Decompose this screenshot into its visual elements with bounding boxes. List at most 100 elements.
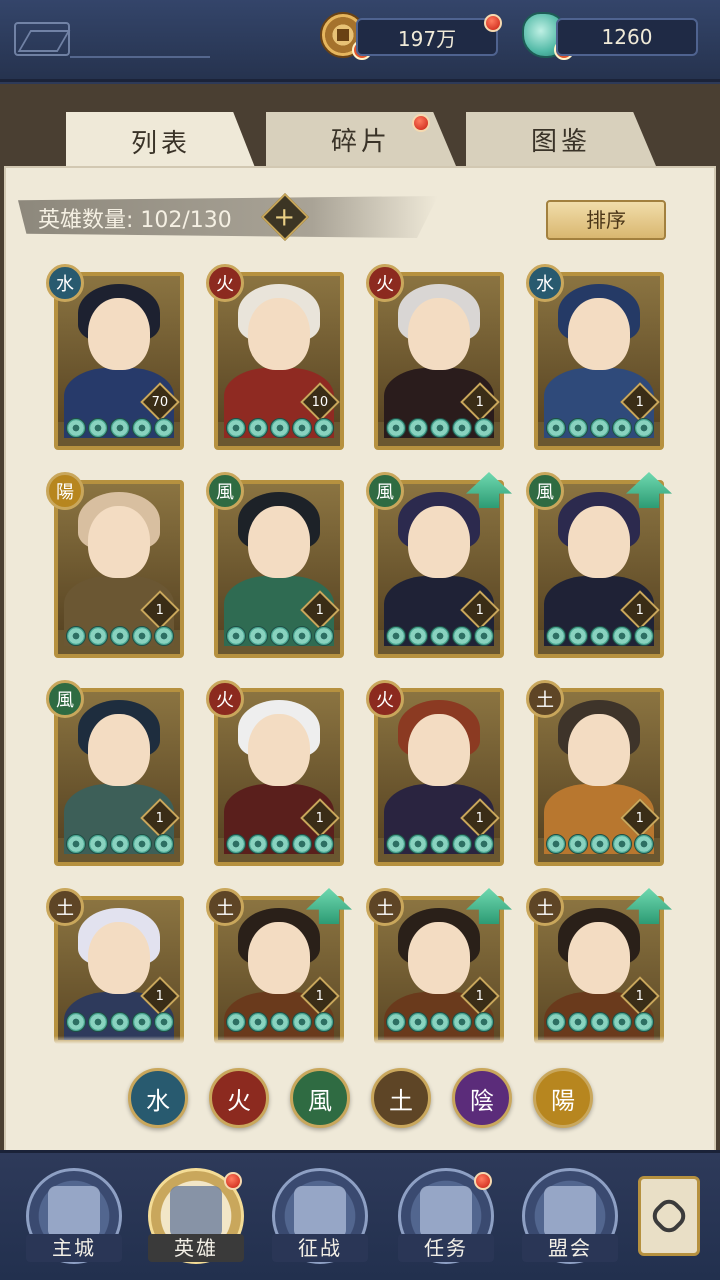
divider	[70, 56, 210, 58]
element-filter-bar: 水火風土陰陽	[128, 1068, 598, 1130]
star-stone-icon	[88, 834, 108, 854]
coin-balance: 197万	[356, 18, 498, 56]
hero-face	[88, 506, 150, 578]
element-filter-wind[interactable]: 風	[290, 1068, 350, 1128]
star-stone-icon	[110, 1012, 130, 1032]
hero-face	[248, 922, 310, 994]
notification-dot	[484, 14, 502, 32]
tab-list[interactable]: 列表	[66, 112, 256, 170]
hero-level: 1	[315, 988, 325, 1004]
gem-balance: 1260	[556, 18, 698, 56]
hero-face	[88, 922, 150, 994]
nav-guild[interactable]: 盟会	[522, 1168, 618, 1268]
star-stone-icon	[154, 418, 174, 438]
plus-icon: +	[273, 202, 296, 233]
coin-amount: 197万	[397, 26, 457, 51]
hero-element-badge: 火	[206, 680, 244, 718]
hero-element-badge: 風	[366, 472, 404, 510]
menu-ornament-icon[interactable]	[14, 22, 70, 56]
hero-face	[88, 714, 150, 786]
star-stone-icon	[430, 626, 450, 646]
star-stone-icon	[634, 418, 654, 438]
element-filter-yin[interactable]: 陰	[452, 1068, 512, 1128]
hero-count-label: 英雄数量: 102/130	[38, 208, 232, 233]
star-stone-icon	[248, 1012, 268, 1032]
sort-button[interactable]: 排序	[546, 200, 666, 240]
star-stone-icon	[474, 626, 494, 646]
element-filter-fire[interactable]: 火	[209, 1068, 269, 1128]
element-filter-yang[interactable]: 陽	[533, 1068, 593, 1128]
star-stone-icon	[66, 626, 86, 646]
star-stone-icon	[88, 1012, 108, 1032]
element-filter-earth[interactable]: 土	[371, 1068, 431, 1128]
more-menu-button[interactable]	[638, 1176, 700, 1256]
star-stone-icon	[88, 626, 108, 646]
hero-level: 1	[635, 602, 645, 618]
hero-stars	[546, 626, 654, 646]
star-stone-icon	[110, 834, 130, 854]
star-stone-icon	[612, 834, 632, 854]
star-stone-icon	[314, 626, 334, 646]
hero-element-badge: 土	[526, 888, 564, 926]
hero-element-badge: 火	[206, 264, 244, 302]
hero-level: 1	[315, 602, 325, 618]
star-stone-icon	[452, 1012, 472, 1032]
star-stone-icon	[590, 626, 610, 646]
nav-label: 盟会	[522, 1234, 618, 1262]
hero-element-badge: 火	[366, 264, 404, 302]
hero-element-badge: 風	[46, 680, 84, 718]
hero-level: 1	[475, 602, 485, 618]
element-filter-water[interactable]: 水	[128, 1068, 188, 1128]
hero-level: 1	[155, 602, 165, 618]
star-stone-icon	[248, 626, 268, 646]
hero-level: 1	[475, 810, 485, 826]
star-stone-icon	[634, 1012, 654, 1032]
star-stone-icon	[386, 834, 406, 854]
star-stone-icon	[154, 834, 174, 854]
hero-element-badge: 風	[526, 472, 564, 510]
hero-level: 70	[151, 394, 169, 410]
star-stone-icon	[430, 418, 450, 438]
star-stone-icon	[314, 1012, 334, 1032]
star-stone-icon	[474, 418, 494, 438]
star-stone-icon	[474, 1012, 494, 1032]
hero-face	[568, 298, 630, 370]
nav-label: 征战	[272, 1234, 368, 1262]
nav-campaign[interactable]: 征战	[272, 1168, 368, 1268]
hero-level: 1	[475, 394, 485, 410]
nav-campaign-icon	[294, 1186, 346, 1238]
star-stone-icon	[568, 834, 588, 854]
star-stone-icon	[568, 1012, 588, 1032]
hero-face	[408, 922, 470, 994]
hero-stars	[226, 1012, 334, 1032]
hero-stars	[66, 418, 174, 438]
hero-stars	[386, 626, 494, 646]
hero-stars	[386, 1012, 494, 1032]
gem-amount: 1260	[601, 25, 653, 49]
star-stone-icon	[270, 418, 290, 438]
hero-face	[248, 298, 310, 370]
star-stone-icon	[634, 626, 654, 646]
nav-label: 英雄	[148, 1234, 244, 1262]
hero-face	[568, 506, 630, 578]
hero-stars	[66, 626, 174, 646]
nav-main-city[interactable]: 主城	[26, 1168, 122, 1268]
nav-label: 任务	[398, 1234, 494, 1262]
hero-element-badge: 水	[526, 264, 564, 302]
hero-face	[568, 714, 630, 786]
hero-level: 10	[311, 394, 329, 410]
tab-atlas[interactable]: 图鉴	[466, 112, 656, 166]
hero-stars	[226, 834, 334, 854]
nav-quests-icon	[420, 1186, 472, 1238]
star-stone-icon	[452, 626, 472, 646]
hero-element-badge: 水	[46, 264, 84, 302]
hero-face	[248, 506, 310, 578]
hero-face	[408, 298, 470, 370]
star-stone-icon	[612, 626, 632, 646]
hero-stars	[546, 1012, 654, 1032]
hero-stars	[386, 834, 494, 854]
star-stone-icon	[248, 418, 268, 438]
hero-element-badge: 土	[206, 888, 244, 926]
star-stone-icon	[314, 834, 334, 854]
star-stone-icon	[452, 834, 472, 854]
